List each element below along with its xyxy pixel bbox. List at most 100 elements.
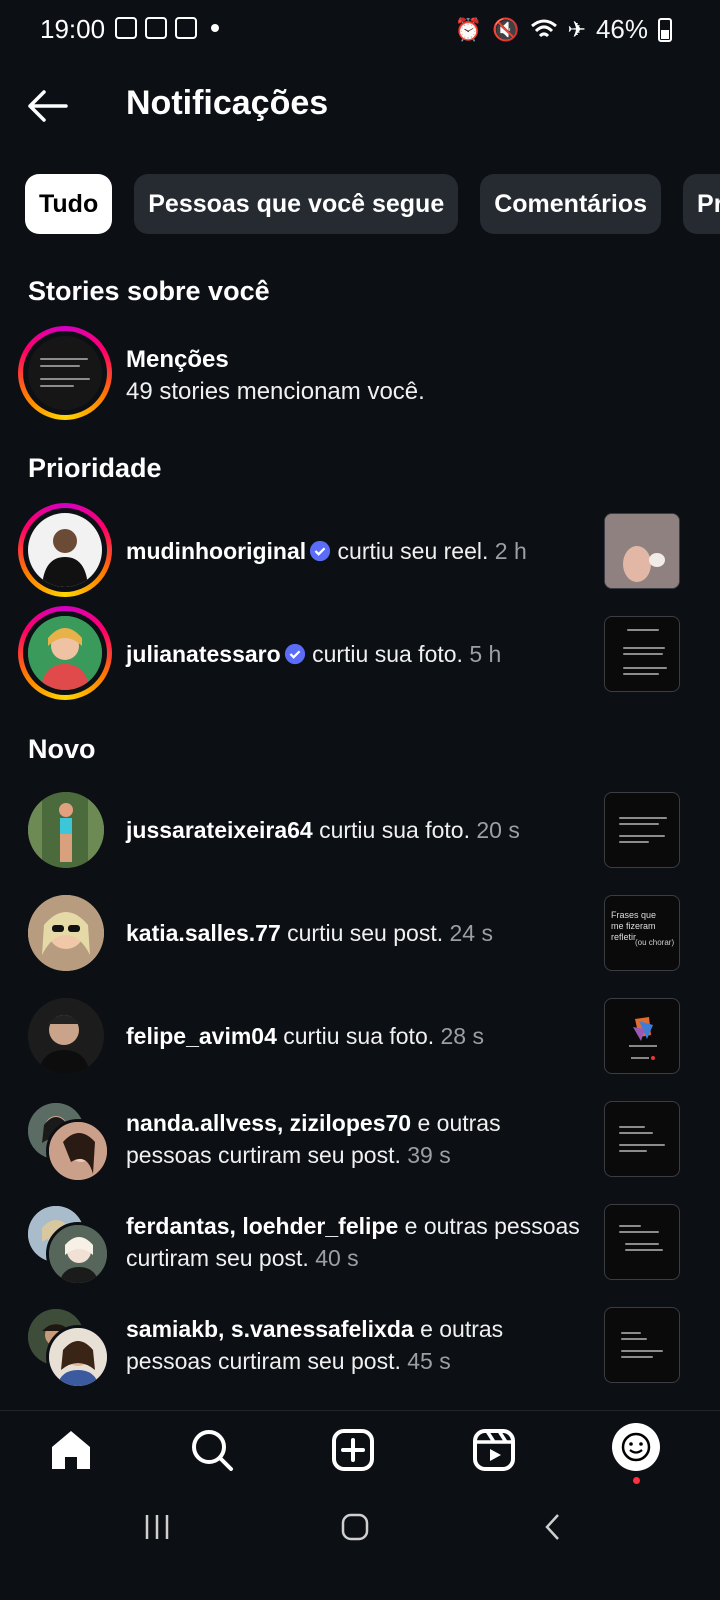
airplane-icon: ✈ xyxy=(567,16,586,42)
mentions-text: Menções 49 stories mencionam você. xyxy=(126,344,586,408)
notification-dot xyxy=(633,1477,640,1484)
action: curtiu sua foto. xyxy=(283,1023,435,1049)
chip-more[interactable]: Pr xyxy=(683,174,720,234)
wifi-icon xyxy=(530,19,557,37)
chip-following[interactable]: Pessoas que você segue xyxy=(134,174,459,234)
header: Notificações xyxy=(0,70,720,140)
status-bar: 19:00 ⏰ 🔇 ✈ 46% xyxy=(0,0,720,60)
username[interactable]: mudinhooriginal xyxy=(126,538,306,564)
action: curtiu sua foto. xyxy=(319,817,470,843)
system-nav xyxy=(0,1490,720,1600)
notification-row[interactable]: felipe_avim04 curtiu sua foto. 28 s xyxy=(0,998,720,1094)
back-arrow-icon[interactable] xyxy=(26,86,70,126)
action: curtiu sua foto. xyxy=(312,641,463,667)
notification-text: katia.salles.77 curtiu seu post. 24 s xyxy=(126,917,586,949)
verified-icon xyxy=(310,540,331,562)
notification-text: julianatessaro curtiu sua foto. 5 h xyxy=(126,638,586,670)
timestamp: 39 s xyxy=(407,1142,451,1168)
filter-chips: Tudo Pessoas que você segue Comentários … xyxy=(25,174,720,234)
status-time: 19:00 xyxy=(40,14,106,44)
create-icon[interactable] xyxy=(328,1425,378,1475)
notification-row[interactable]: mudinhooriginal curtiu seu reel. 2 h xyxy=(0,503,720,599)
notification-text: jussarateixeira64 curtiu sua foto. 20 s xyxy=(126,814,586,846)
verified-icon xyxy=(284,643,305,665)
notification-text: ferdantas, loehder_felipe e outras pesso… xyxy=(126,1210,586,1274)
avatar[interactable] xyxy=(28,616,102,690)
reels-icon[interactable] xyxy=(469,1425,519,1475)
avatar[interactable] xyxy=(46,1119,110,1183)
avatar[interactable] xyxy=(46,1222,110,1286)
post-thumbnail[interactable] xyxy=(604,1204,680,1280)
username[interactable]: felipe_avim04 xyxy=(126,1023,277,1049)
mentions-subtitle: 49 stories mencionam você. xyxy=(126,378,425,405)
timestamp: 45 s xyxy=(407,1348,451,1374)
status-right-icons: ⏰ 🔇 ✈ 46% xyxy=(455,14,672,45)
notification-text: mudinhooriginal curtiu seu reel. 2 h xyxy=(126,535,586,567)
post-thumbnail[interactable] xyxy=(604,792,680,868)
username[interactable]: julianatessaro xyxy=(126,641,281,667)
more-notifications-icon xyxy=(211,24,219,32)
voicemail-icon xyxy=(175,17,197,39)
profile-icon[interactable] xyxy=(612,1423,660,1471)
usernames[interactable]: ferdantas, loehder_felipe xyxy=(126,1213,398,1239)
search-icon[interactable] xyxy=(187,1425,237,1475)
avatar[interactable] xyxy=(28,998,104,1074)
username[interactable]: katia.salles.77 xyxy=(126,920,281,946)
section-priority: Prioridade xyxy=(28,453,162,483)
notification-row[interactable]: samiakb, s.vanessafelixda e outras pesso… xyxy=(0,1307,720,1403)
mentions-avatar xyxy=(28,336,102,410)
story-ring xyxy=(18,326,112,420)
timestamp: 40 s xyxy=(315,1245,359,1271)
section-new: Novo xyxy=(28,734,96,764)
chip-comments[interactable]: Comentários xyxy=(480,174,662,234)
story-ring xyxy=(18,606,112,700)
post-thumbnail[interactable] xyxy=(604,513,680,589)
mentions-title: Menções xyxy=(126,346,229,373)
notification-row[interactable]: jussarateixeira64 curtiu sua foto. 20 s xyxy=(0,792,720,888)
avatar[interactable] xyxy=(28,895,104,971)
battery-percent: 46% xyxy=(595,14,648,44)
notification-text: nanda.allvess, zizilopes70 e outras pess… xyxy=(126,1107,586,1171)
gallery-icon xyxy=(115,17,137,39)
back-system-icon[interactable] xyxy=(538,1512,568,1542)
notification-text: felipe_avim04 curtiu sua foto. 28 s xyxy=(126,1020,586,1052)
home-system-icon[interactable] xyxy=(340,1512,370,1542)
action: curtiu seu post. xyxy=(287,920,444,946)
timestamp: 20 s xyxy=(476,817,520,843)
section-stories: Stories sobre você xyxy=(28,276,270,306)
usernames[interactable]: samiakb, s.vanessafelixda xyxy=(126,1316,414,1342)
status-left-icons xyxy=(115,17,219,39)
post-thumbnail[interactable] xyxy=(604,1101,680,1177)
notification-row[interactable]: nanda.allvess, zizilopes70 e outras pess… xyxy=(0,1101,720,1197)
timestamp: 28 s xyxy=(440,1023,484,1049)
username[interactable]: jussarateixeira64 xyxy=(126,817,313,843)
post-thumbnail[interactable] xyxy=(604,1307,680,1383)
home-icon[interactable] xyxy=(46,1425,96,1475)
notification-row[interactable]: katia.salles.77 curtiu seu post. 24 s Fr… xyxy=(0,895,720,991)
bottom-nav xyxy=(0,1410,720,1491)
mute-icon: 🔇 xyxy=(492,16,520,42)
timestamp: 5 h xyxy=(469,641,502,667)
recent-apps-icon[interactable] xyxy=(142,1512,172,1542)
alarm-icon: ⏰ xyxy=(454,16,483,42)
action: curtiu seu reel. xyxy=(337,538,489,564)
voicemail-icon xyxy=(145,17,167,39)
notification-row[interactable]: julianatessaro curtiu sua foto. 5 h xyxy=(0,606,720,702)
notification-text: samiakb, s.vanessafelixda e outras pesso… xyxy=(126,1313,586,1377)
usernames[interactable]: nanda.allvess, zizilopes70 xyxy=(126,1110,411,1136)
post-thumbnail[interactable] xyxy=(604,616,680,692)
avatar[interactable] xyxy=(28,792,104,868)
mentions-row[interactable]: Menções 49 stories mencionam você. xyxy=(0,326,720,422)
post-thumbnail[interactable] xyxy=(604,998,680,1074)
timestamp: 2 h xyxy=(494,538,527,564)
avatar[interactable] xyxy=(46,1325,110,1389)
post-thumbnail[interactable]: Frases que me fizeram refletir (ou chora… xyxy=(604,895,680,971)
battery-icon xyxy=(658,17,672,42)
avatar[interactable] xyxy=(28,513,102,587)
page-title: Notificações xyxy=(126,84,329,122)
thumb-caption-sub: (ou chorar) xyxy=(635,938,675,947)
notification-row[interactable]: ferdantas, loehder_felipe e outras pesso… xyxy=(0,1204,720,1300)
story-ring xyxy=(18,503,112,597)
timestamp: 24 s xyxy=(449,920,493,946)
chip-all[interactable]: Tudo xyxy=(25,174,113,234)
